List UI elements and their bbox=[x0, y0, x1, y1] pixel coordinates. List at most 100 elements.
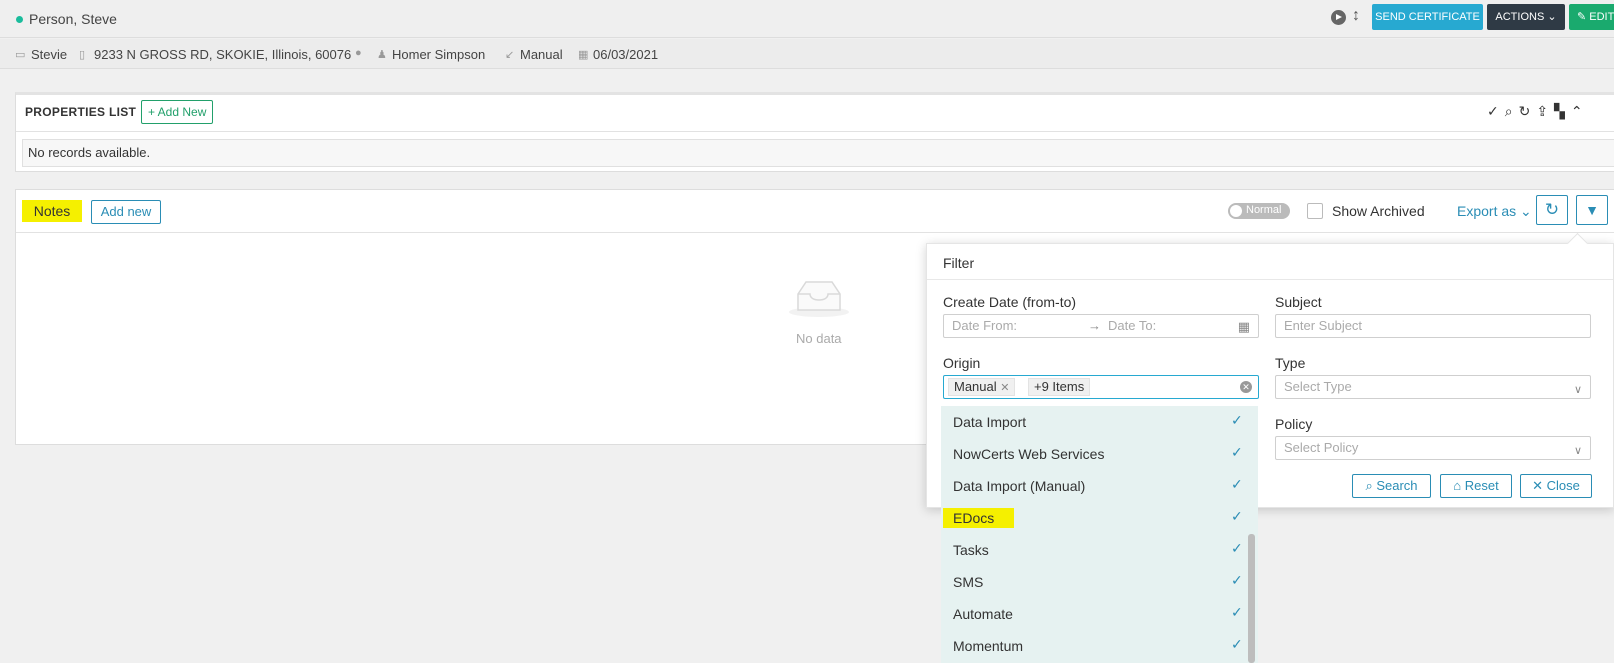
date-range-picker[interactable]: Date From: → Date To: ▦ bbox=[943, 314, 1259, 338]
option-label: Data Import bbox=[953, 414, 1027, 430]
actions-dropdown-button[interactable]: ACTIONS ⌄ bbox=[1487, 4, 1565, 30]
origin-tag-label: Manual bbox=[954, 379, 997, 394]
option-label: SMS bbox=[953, 574, 984, 590]
policy-placeholder: Select Policy bbox=[1284, 440, 1359, 455]
calendar-icon: ▦ bbox=[578, 49, 589, 61]
funnel-icon: ▼ bbox=[1585, 202, 1599, 218]
check-icon[interactable]: ✓ bbox=[1487, 103, 1505, 119]
refresh-button[interactable]: ↻ bbox=[1536, 195, 1568, 225]
check-icon: ✓ bbox=[1231, 540, 1243, 556]
share-icon[interactable]: ⇪ bbox=[1536, 103, 1554, 119]
type-placeholder: Select Type bbox=[1284, 379, 1352, 394]
chevron-down-icon: ⌄ bbox=[1547, 11, 1557, 23]
info-bar: ▭ Stevie ▯ 9233 N GROSS RD, SKOKIE, Illi… bbox=[0, 39, 1614, 69]
search-icon[interactable]: ⌕ bbox=[1505, 103, 1519, 119]
reset-icon: ⌂ bbox=[1453, 478, 1462, 493]
check-icon: ✓ bbox=[1231, 572, 1243, 588]
send-certificate-button[interactable]: SEND CERTIFICATE bbox=[1372, 4, 1483, 30]
origin-option[interactable]: EDocs ✓ bbox=[941, 502, 1246, 534]
origin-option[interactable]: Data Import ✓ bbox=[941, 406, 1246, 438]
toggle-knob bbox=[1230, 205, 1242, 217]
type-label: Type bbox=[1275, 355, 1306, 371]
divider bbox=[16, 131, 1614, 132]
option-label: Automate bbox=[953, 606, 1013, 622]
filter-button[interactable]: ▼ bbox=[1576, 195, 1608, 225]
empty-state-text: No data bbox=[796, 331, 842, 346]
origin-multiselect[interactable]: Manual ✕ +9 Items ✕ bbox=[943, 375, 1259, 399]
origin-option[interactable]: Automate ✓ bbox=[941, 598, 1246, 630]
actions-label: ACTIONS bbox=[1495, 11, 1545, 23]
address: 9233 N GROSS RD, SKOKIE, Illinois, 60076 bbox=[94, 47, 352, 62]
expand-vertical-icon[interactable]: ↕ bbox=[1352, 7, 1360, 25]
normal-toggle[interactable]: Normal bbox=[1228, 203, 1290, 219]
calendar-icon[interactable]: ▦ bbox=[1238, 316, 1250, 338]
origin-dropdown-list: Data Import ✓ NowCerts Web Services ✓ Da… bbox=[941, 406, 1258, 663]
option-label: Data Import (Manual) bbox=[953, 478, 1086, 494]
source: Manual bbox=[520, 47, 563, 62]
agent-name: Homer Simpson bbox=[392, 47, 486, 62]
origin-option[interactable]: Data Import (Manual) ✓ bbox=[941, 470, 1246, 502]
origin-option[interactable]: Momentum ✓ bbox=[941, 630, 1246, 662]
subject-input[interactable]: Enter Subject bbox=[1275, 314, 1591, 338]
notes-header: Notes Add new Normal Show Archived Expor… bbox=[16, 190, 1614, 233]
top-bar: Person, Steve ↕ SEND CERTIFICATE ACTIONS… bbox=[0, 0, 1614, 38]
clear-icon[interactable]: ✕ bbox=[1240, 381, 1252, 393]
option-label: Tasks bbox=[953, 542, 989, 558]
check-icon: ✓ bbox=[1231, 476, 1243, 492]
properties-toolbar: ✓⌕↻⇪▚⌃ bbox=[1487, 103, 1589, 120]
layout-icon[interactable]: ▚ bbox=[1554, 103, 1571, 119]
option-label: NowCerts Web Services bbox=[953, 446, 1105, 462]
origin-option[interactable]: Tasks ✓ bbox=[941, 534, 1246, 566]
origin-option[interactable]: SMS ✓ bbox=[941, 566, 1246, 598]
check-icon: ✓ bbox=[1231, 412, 1243, 428]
chevron-up-icon[interactable]: ⌃ bbox=[1571, 103, 1589, 119]
type-select[interactable]: Select Type ∨ bbox=[1275, 375, 1591, 399]
origin-option[interactable]: NowCerts Web Services ✓ bbox=[941, 438, 1246, 470]
person-name: Person, Steve bbox=[29, 11, 117, 27]
empty-inbox-icon bbox=[789, 281, 849, 317]
create-date-label: Create Date (from-to) bbox=[943, 294, 1077, 310]
option-label: EDocs bbox=[943, 508, 1015, 528]
date-from-input[interactable]: Date From: bbox=[952, 318, 1017, 333]
properties-list-panel: PROPERTIES LIST + Add New ✓⌕↻⇪▚⌃ No reco… bbox=[15, 92, 1614, 172]
option-label: Momentum bbox=[953, 638, 1024, 654]
search-label: Search bbox=[1376, 478, 1418, 493]
id-card-icon: ▭ bbox=[15, 49, 26, 61]
policy-label: Policy bbox=[1275, 416, 1313, 432]
date: 06/03/2021 bbox=[593, 47, 659, 62]
highlighted-label: EDocs bbox=[943, 508, 1015, 528]
user-icon: ♟ bbox=[377, 49, 387, 61]
close-button[interactable]: ✕ Close bbox=[1520, 474, 1592, 498]
remove-tag-icon[interactable]: ✕ bbox=[1000, 382, 1009, 394]
origin-more-tag: +9 Items bbox=[1028, 378, 1091, 396]
search-button[interactable]: ⌕ Search bbox=[1352, 474, 1431, 498]
pencil-icon: ✎ bbox=[1577, 11, 1587, 23]
show-archived-checkbox[interactable] bbox=[1307, 203, 1323, 219]
reset-button[interactable]: ⌂ Reset bbox=[1440, 474, 1512, 498]
properties-list-title: PROPERTIES LIST bbox=[25, 105, 137, 119]
origin-tag: Manual ✕ bbox=[948, 378, 1016, 396]
check-icon: ✓ bbox=[1231, 636, 1243, 652]
chevron-down-icon: ∨ bbox=[1573, 384, 1582, 396]
check-icon: ✓ bbox=[1231, 444, 1243, 460]
show-archived-label[interactable]: Show Archived bbox=[1332, 203, 1425, 219]
date-to-input[interactable]: Date To: bbox=[1108, 315, 1156, 337]
policy-select[interactable]: Select Policy ∨ bbox=[1275, 436, 1591, 460]
play-icon[interactable] bbox=[1331, 10, 1346, 25]
edit-label: EDIT bbox=[1589, 11, 1614, 23]
status-dot-icon bbox=[16, 16, 23, 23]
export-as-dropdown[interactable]: Export as ⌄ bbox=[1457, 203, 1532, 220]
add-note-button[interactable]: Add new bbox=[91, 200, 161, 224]
reset-label: Reset bbox=[1464, 478, 1499, 493]
check-icon: ✓ bbox=[1231, 508, 1243, 524]
add-property-button[interactable]: + Add New bbox=[141, 100, 214, 124]
refresh-icon[interactable]: ↻ bbox=[1519, 103, 1537, 119]
close-icon: ✕ bbox=[1532, 478, 1544, 493]
notes-title: Notes bbox=[22, 200, 82, 222]
arrow-down-left-icon: ↙ bbox=[505, 49, 515, 61]
dropdown-scrollbar[interactable] bbox=[1248, 534, 1255, 663]
divider bbox=[927, 279, 1613, 280]
map-icon: ▯ bbox=[79, 49, 86, 61]
edit-button[interactable]: ✎ EDIT bbox=[1569, 4, 1614, 30]
map-marker-icon[interactable]: ● bbox=[355, 47, 362, 59]
